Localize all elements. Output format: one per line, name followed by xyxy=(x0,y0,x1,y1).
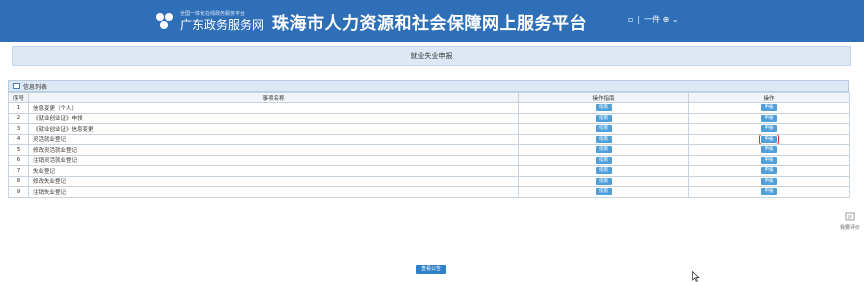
info-list-title: 信息列表 xyxy=(23,83,48,91)
service-name: 《就业创业证》申领 xyxy=(28,112,519,124)
row-number: 7 xyxy=(8,165,29,177)
site-title: 珠海市人力资源和社会保障网上服务平台 xyxy=(272,13,588,33)
action-cell: 申报 xyxy=(688,165,850,177)
gd-portal-title: 广东政务服务网 xyxy=(180,17,265,32)
table-header-row: 序号 事项名称 操作指南 操作 xyxy=(8,92,850,103)
apply-button[interactable]: 申报 xyxy=(761,146,777,154)
message-icon[interactable]: ▫ xyxy=(628,15,633,24)
row-number: 8 xyxy=(8,175,29,187)
guide-button[interactable]: 指南 xyxy=(595,104,612,112)
service-name: 修改灵活就业登记 xyxy=(28,144,519,156)
service-name: 注销失业登记 xyxy=(28,186,519,198)
column-header-no: 序号 xyxy=(8,92,29,103)
header-separator: | xyxy=(637,15,641,24)
service-name: 注销灵活就业登记 xyxy=(28,154,519,166)
list-icon xyxy=(13,83,20,89)
info-list: 信息列表 序号 事项名称 操作指南 操作 1 信息变更（个人） 指南 申报 2 《就业创业… xyxy=(8,80,850,198)
column-header-name: 事项名称 xyxy=(28,92,519,103)
guide-button[interactable]: 指南 xyxy=(595,177,612,185)
table-row: 3 《就业创业证》信息变更 指南 申报 xyxy=(8,123,850,135)
service-name: 修改失业登记 xyxy=(28,175,519,187)
row-number: 1 xyxy=(8,102,29,114)
guide-cell: 指南 xyxy=(518,165,689,177)
feedback-label: 我要评价 xyxy=(839,225,860,231)
action-cell: 申报 xyxy=(688,102,850,114)
row-number: 2 xyxy=(8,112,29,124)
info-list-header: 信息列表 xyxy=(8,80,849,92)
table-row: 4 灵活就业登记 指南 申报 xyxy=(8,133,850,145)
view-notice-button[interactable]: 查看公告 xyxy=(416,265,446,274)
guide-button[interactable]: 指南 xyxy=(595,114,612,122)
guide-cell: 指南 xyxy=(518,144,689,156)
table-row: 8 修改失业登记 指南 申报 xyxy=(8,175,850,187)
service-name: 失业登记 xyxy=(28,165,519,177)
top-header: 全国一体化在线政务服务平台 广东政务服务网 珠海市人力资源和社会保障网上服务平台… xyxy=(0,0,864,42)
mouse-cursor-icon xyxy=(692,271,700,282)
column-header-action: 操作 xyxy=(688,92,850,103)
guide-cell: 指南 xyxy=(518,133,689,145)
guide-button[interactable]: 指南 xyxy=(595,146,612,154)
apply-button[interactable]: 申报 xyxy=(761,177,777,185)
row-number: 6 xyxy=(8,154,29,166)
action-cell: 申报 xyxy=(688,186,850,198)
guide-button[interactable]: 指南 xyxy=(595,125,612,133)
apply-button[interactable]: 申报 xyxy=(761,114,777,122)
brand[interactable]: 全国一体化在线政务服务平台 广东政务服务网 珠海市人力资源和社会保障网上服务平台 xyxy=(156,6,587,36)
apply-button[interactable]: 申报 xyxy=(761,125,777,133)
gd-portal-name: 全国一体化在线政务服务平台 广东政务服务网 xyxy=(180,11,264,32)
guide-button[interactable]: 指南 xyxy=(595,167,612,175)
table-row: 7 失业登记 指南 申报 xyxy=(8,165,850,177)
gd-portal-subtitle: 全国一体化在线政务服务平台 xyxy=(180,10,246,17)
guide-button[interactable]: 指南 xyxy=(595,156,612,164)
user-menu[interactable]: 一件 ⊕ ⌄ xyxy=(644,14,679,25)
header-user-area[interactable]: ▫ | 一件 ⊕ ⌄ xyxy=(628,14,679,25)
table-row: 2 《就业创业证》申领 指南 申报 xyxy=(8,112,850,124)
feedback-icon xyxy=(845,212,855,221)
table-row: 1 信息变更（个人） 指南 申报 xyxy=(8,102,850,114)
apply-button[interactable]: 申报 xyxy=(758,134,780,144)
feedback-widget[interactable]: 我要评价 xyxy=(836,209,864,237)
page-title: 就业失业申报 xyxy=(12,46,851,66)
apply-button[interactable]: 申报 xyxy=(761,104,777,112)
column-header-guide: 操作指南 xyxy=(518,92,689,103)
row-number: 5 xyxy=(8,144,29,156)
action-cell: 申报 xyxy=(688,112,850,124)
table-row: 5 修改灵活就业登记 指南 申报 xyxy=(8,144,850,156)
guide-cell: 指南 xyxy=(518,186,689,198)
action-cell: 申报 xyxy=(688,144,850,156)
table-row: 9 注销失业登记 指南 申报 xyxy=(8,186,850,198)
row-number: 4 xyxy=(8,133,29,145)
service-name: 信息变更（个人） xyxy=(28,102,519,114)
service-table: 序号 事项名称 操作指南 操作 1 信息变更（个人） 指南 申报 2 《就业创业证》申领指… xyxy=(8,92,850,198)
apply-button[interactable]: 申报 xyxy=(761,156,777,164)
action-cell: 申报 xyxy=(688,123,850,135)
guide-cell: 指南 xyxy=(518,102,689,114)
guide-cell: 指南 xyxy=(518,175,689,187)
action-cell: 申报 xyxy=(688,175,850,187)
service-name: 《就业创业证》信息变更 xyxy=(28,123,519,135)
guide-button[interactable]: 指南 xyxy=(595,188,612,196)
action-cell: 申报 xyxy=(688,133,850,145)
gd-logo-icon xyxy=(156,12,174,30)
apply-button[interactable]: 申报 xyxy=(761,188,777,196)
row-number: 9 xyxy=(8,186,29,198)
row-number: 3 xyxy=(8,123,29,135)
guide-cell: 指南 xyxy=(518,112,689,124)
service-name: 灵活就业登记 xyxy=(28,133,519,145)
guide-button[interactable]: 指南 xyxy=(595,135,612,143)
action-cell: 申报 xyxy=(688,154,850,166)
guide-cell: 指南 xyxy=(518,123,689,135)
guide-cell: 指南 xyxy=(518,154,689,166)
table-row: 6 注销灵活就业登记 指南 申报 xyxy=(8,154,850,166)
apply-button[interactable]: 申报 xyxy=(761,167,777,175)
